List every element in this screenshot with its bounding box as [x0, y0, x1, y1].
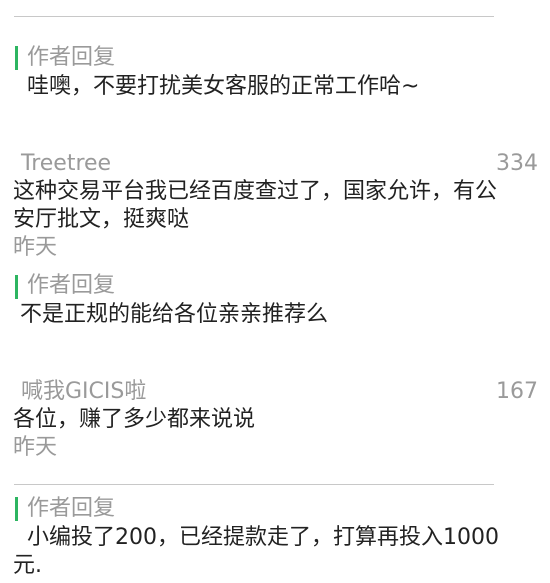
- author-reply-label: 作者回复: [27, 273, 116, 298]
- comment-username[interactable]: 喊我GICIS啦: [21, 378, 146, 406]
- author-reply-text: 哇噢，不要打扰美女客服的正常工作哈~: [27, 74, 420, 99]
- comment-like-count[interactable]: 334: [496, 150, 538, 178]
- author-reply-text: 不是正规的能给各位亲亲推荐么: [20, 302, 329, 327]
- author-reply-accent-bar: [15, 497, 18, 521]
- comment-like-count[interactable]: 167: [496, 378, 538, 406]
- author-reply-accent-bar: [15, 46, 18, 70]
- comment-timestamp: 昨天: [13, 235, 58, 260]
- author-reply-label: 作者回复: [27, 496, 116, 521]
- reply-divider: [14, 484, 494, 485]
- author-reply-text-line-2: 元.: [13, 553, 42, 578]
- comment-content-line-2: 安厅批文，挺爽哒: [13, 207, 190, 232]
- author-reply-text-line-1: 小编投了200，已经提款走了，打算再投入1000: [27, 525, 499, 550]
- author-reply-accent-bar: [15, 275, 18, 299]
- top-divider: [14, 16, 494, 17]
- comment-content: 各位，赚了多少都来说说: [13, 407, 256, 432]
- comment-timestamp: 昨天: [13, 435, 58, 460]
- author-reply-label: 作者回复: [27, 45, 116, 70]
- comment-username[interactable]: Treetree: [21, 150, 111, 178]
- comment-content-line-1: 这种交易平台我已经百度查过了，国家允许，有公: [13, 179, 498, 204]
